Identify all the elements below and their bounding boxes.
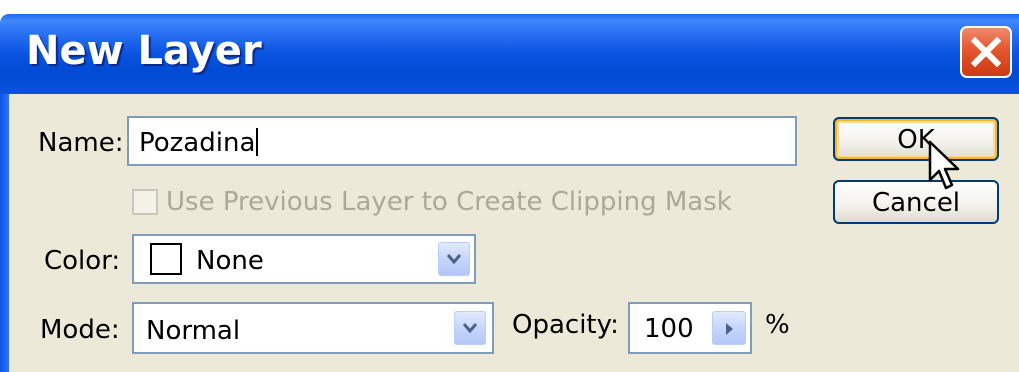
- mode-select[interactable]: Normal: [132, 302, 494, 354]
- chevron-down-icon: [447, 254, 461, 265]
- close-button[interactable]: [960, 26, 1012, 78]
- ok-button-label: OK: [897, 125, 935, 155]
- name-input-value: Pozadina: [139, 128, 259, 158]
- close-icon: [971, 37, 1001, 67]
- cancel-button[interactable]: Cancel: [833, 180, 999, 224]
- name-input[interactable]: Pozadina: [127, 116, 797, 166]
- cancel-button-label: Cancel: [871, 188, 961, 218]
- mode-select-value: Normal: [146, 316, 241, 346]
- window-border-left: [0, 94, 9, 372]
- color-select-value: None: [196, 246, 264, 276]
- opacity-unit: %: [765, 310, 790, 340]
- mode-label: Mode:: [40, 315, 120, 345]
- new-layer-dialog: New Layer Name: Pozadina Use Previous La…: [0, 0, 1019, 372]
- opacity-slider-button[interactable]: [712, 311, 746, 345]
- mode-dropdown-button[interactable]: [454, 311, 486, 345]
- dialog-title: New Layer: [26, 28, 262, 74]
- ok-button[interactable]: OK: [833, 117, 999, 161]
- opacity-label: Opacity:: [512, 310, 619, 340]
- color-dropdown-button[interactable]: [438, 242, 470, 276]
- clipping-mask-label: Use Previous Layer to Create Clipping Ma…: [166, 187, 732, 217]
- color-label: Color:: [44, 246, 121, 276]
- mouse-pointer-icon: [928, 140, 960, 190]
- name-label: Name:: [38, 128, 124, 158]
- color-swatch: [150, 243, 182, 275]
- triangle-right-icon: [726, 323, 733, 335]
- chevron-down-icon: [463, 323, 477, 334]
- title-bar[interactable]: New Layer: [0, 14, 1019, 94]
- opacity-input[interactable]: 100: [628, 302, 752, 354]
- opacity-value: 100: [644, 314, 694, 344]
- text-caret: [256, 128, 259, 156]
- color-select[interactable]: None: [132, 234, 476, 284]
- clipping-mask-checkbox[interactable]: [132, 189, 158, 215]
